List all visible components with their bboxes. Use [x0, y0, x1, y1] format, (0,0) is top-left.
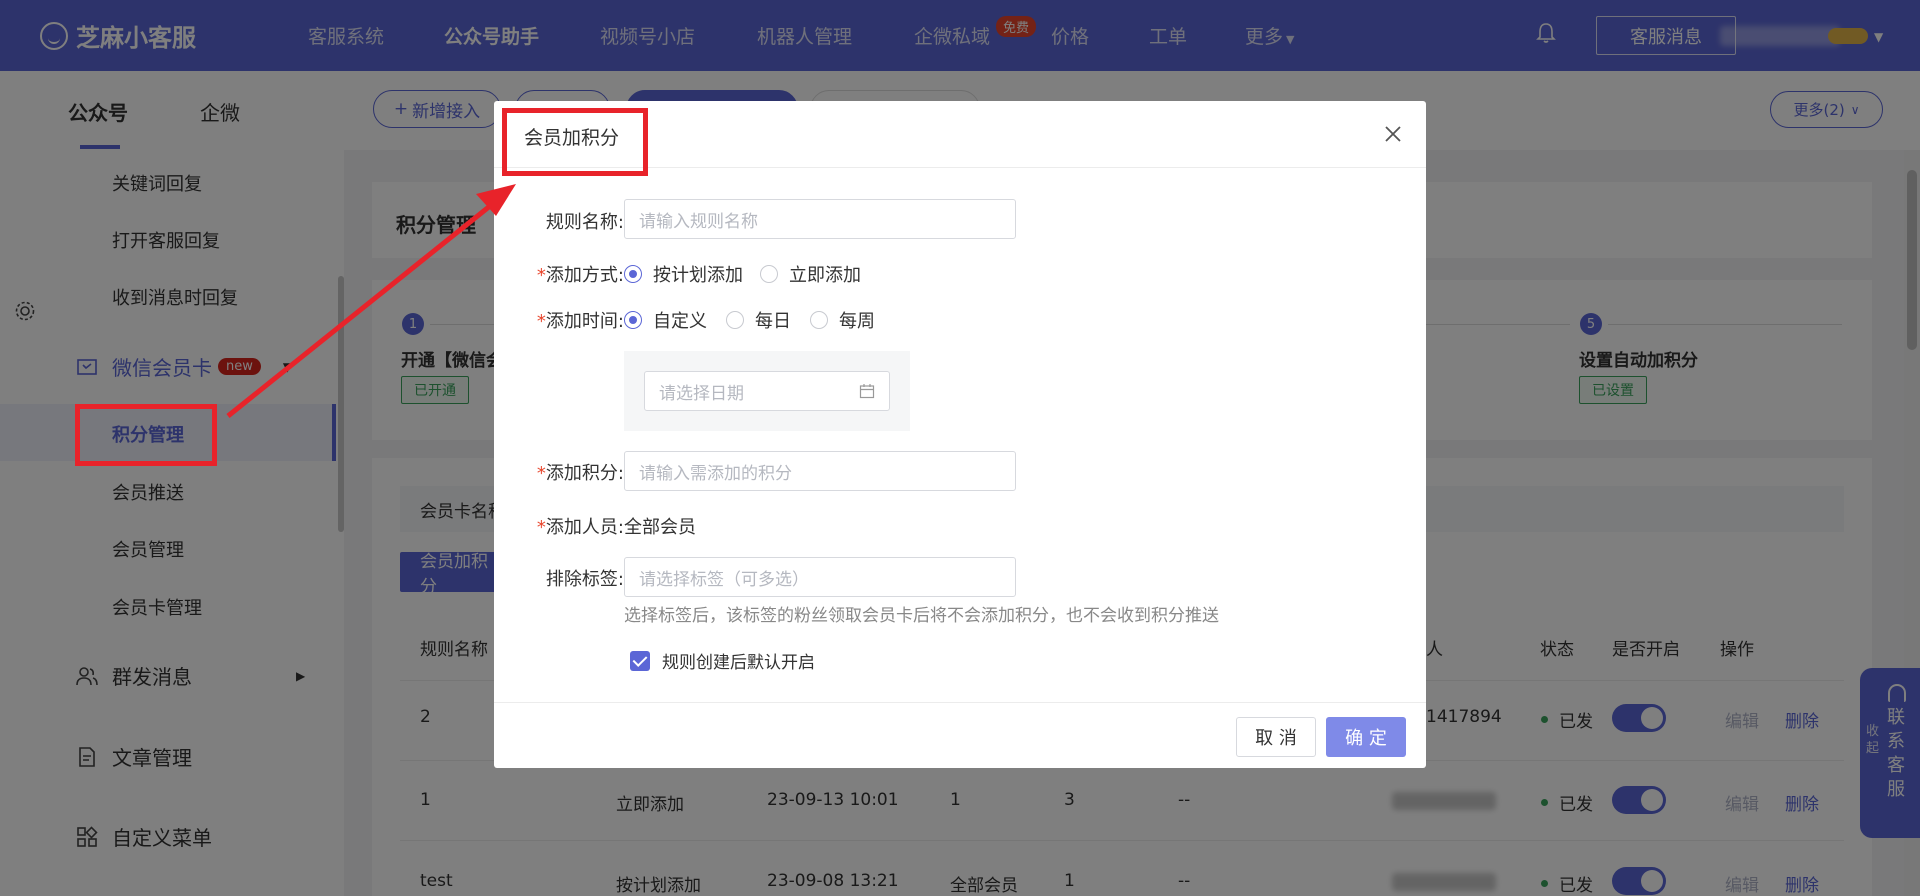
annotation-arrow [226, 184, 516, 418]
